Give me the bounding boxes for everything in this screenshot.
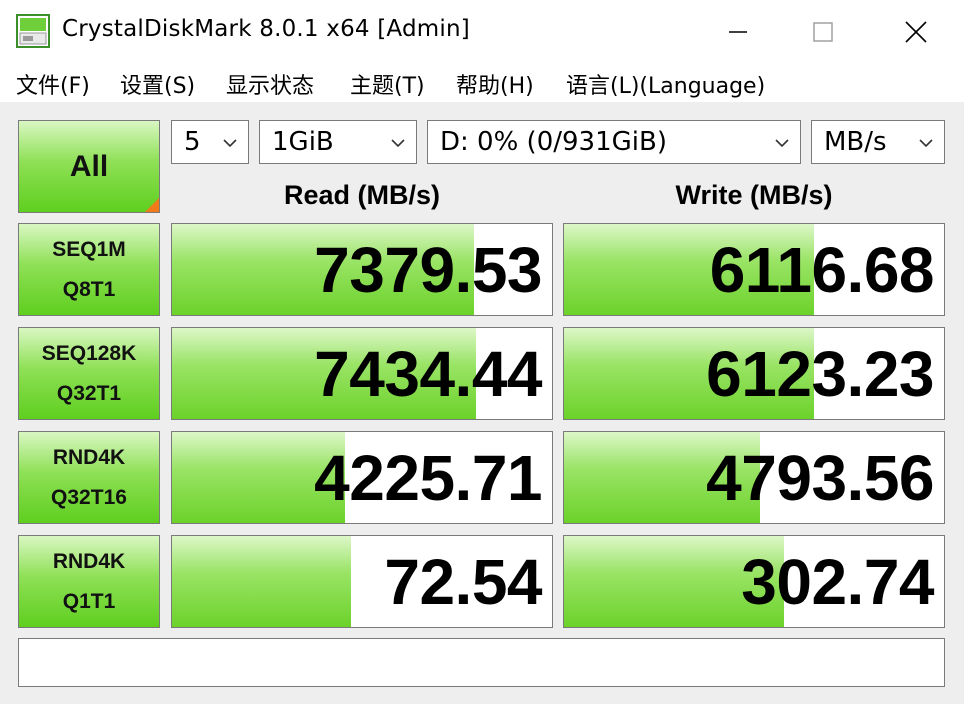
minimize-icon [729, 31, 747, 33]
drive-select[interactable]: D: 0% (0/931GiB) [427, 120, 801, 164]
test-size-select[interactable]: 1GiB [259, 120, 417, 164]
maximize-icon [813, 22, 833, 42]
test-button-seq1m-q8t1[interactable]: SEQ1M Q8T1 [18, 223, 160, 316]
test-name: SEQ128K [41, 341, 137, 365]
all-tests-button[interactable]: All [18, 120, 160, 213]
chevron-down-icon [775, 139, 789, 148]
read-header: Read (MB/s) [283, 180, 440, 210]
write-value: 4793.56 [706, 441, 934, 514]
read-value: 72.54 [384, 545, 542, 618]
unit-value: MB/s [824, 127, 887, 157]
test-count-value: 5 [184, 127, 201, 157]
test-count-select[interactable]: 5 [171, 120, 249, 164]
read-result-rnd4k-q32t16: 4225.71 [171, 431, 553, 524]
write-value: 6116.68 [709, 233, 935, 306]
read-bar [172, 536, 351, 627]
write-result-seq128k: 6123.23 [563, 327, 945, 420]
read-value: 7379.53 [314, 233, 542, 306]
chevron-down-icon [391, 139, 405, 148]
read-value: 4225.71 [314, 441, 542, 514]
write-result-seq1m: 6116.68 [563, 223, 945, 316]
write-result-rnd4k-q1t1: 302.74 [563, 535, 945, 628]
menu-display[interactable]: 显示状态 [226, 68, 314, 100]
main-panel: All 5 1GiB D: 0% (0/931GiB) MB/s Read (M… [0, 102, 964, 704]
app-disk-icon [16, 14, 50, 48]
read-value: 7434.44 [314, 337, 542, 410]
status-bar [18, 638, 945, 687]
test-size-value: 1GiB [272, 127, 334, 157]
test-button-seq128k-q32t1[interactable]: SEQ128K Q32T1 [18, 327, 160, 420]
window-title: CrystalDiskMark 8.0.1 x64 [Admin] [62, 16, 470, 42]
test-button-rnd4k-q32t16[interactable]: RND4K Q32T16 [18, 431, 160, 524]
maximize-button[interactable] [793, 10, 853, 54]
menu-settings[interactable]: 设置(S) [120, 68, 195, 100]
read-result-seq1m: 7379.53 [171, 223, 553, 316]
all-tests-label: All [69, 149, 109, 183]
test-queue: Q32T16 [51, 485, 127, 509]
test-queue: Q32T1 [56, 381, 122, 405]
menu-language[interactable]: 语言(L)(Language) [566, 68, 765, 100]
minimize-button[interactable] [708, 10, 768, 54]
write-header: Write (MB/s) [675, 180, 833, 210]
test-name: RND4K [52, 445, 126, 469]
chevron-down-icon [919, 139, 933, 148]
unit-select[interactable]: MB/s [811, 120, 945, 164]
menu-file[interactable]: 文件(F) [16, 68, 90, 100]
read-result-rnd4k-q1t1: 72.54 [171, 535, 553, 628]
write-result-rnd4k-q32t16: 4793.56 [563, 431, 945, 524]
menu-help[interactable]: 帮助(H) [456, 68, 534, 100]
write-value: 6123.23 [706, 337, 934, 410]
title-bar: CrystalDiskMark 8.0.1 x64 [Admin] [0, 0, 964, 62]
corner-marker [145, 198, 159, 212]
test-queue: Q1T1 [62, 589, 116, 613]
menu-bar: 文件(F) 设置(S) 显示状态 主题(T) 帮助(H) 语言(L)(Langu… [0, 62, 964, 102]
test-name: SEQ1M [52, 237, 126, 261]
test-name: RND4K [52, 549, 126, 573]
close-icon [905, 21, 927, 43]
menu-theme[interactable]: 主题(T) [350, 68, 425, 100]
test-queue: Q8T1 [62, 277, 116, 301]
read-result-seq128k: 7434.44 [171, 327, 553, 420]
test-button-rnd4k-q1t1[interactable]: RND4K Q1T1 [18, 535, 160, 628]
close-button[interactable] [886, 10, 946, 54]
chevron-down-icon [223, 139, 237, 148]
write-value: 302.74 [741, 545, 934, 618]
drive-value: D: 0% (0/931GiB) [440, 127, 667, 157]
